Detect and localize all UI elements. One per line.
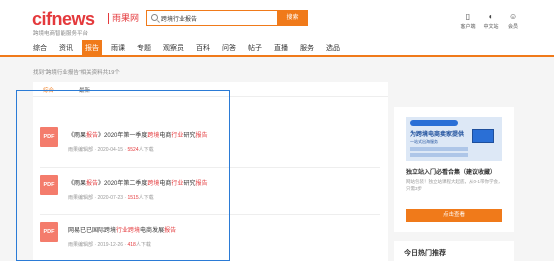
hot-recommend-title: 今日热门推荐 [404, 250, 446, 257]
logo-cn[interactable]: 雨果网 [108, 13, 139, 24]
tool-language[interactable]: ◐ 中文站 [479, 12, 503, 30]
promo-subtitle: 一站式出海服务 [410, 139, 438, 144]
nav-item[interactable]: 服务 [300, 43, 314, 53]
nav-item[interactable]: 问答 [222, 43, 236, 53]
hot-recommend-card: 今日热门推荐 [394, 241, 514, 261]
nav-item[interactable]: 雨课 [111, 43, 125, 53]
nav-item[interactable]: 资讯 [59, 43, 73, 53]
nav-item[interactable]: 帖子 [248, 43, 262, 53]
result-summary: 找到“跨境行业报告”相关资料共19个 [33, 70, 120, 76]
promo-card-desc: 网站包装！独立站课程大起底，从0-1带你学会，只需3步 [406, 179, 503, 191]
promo-title: 为跨境电商卖家提供 [410, 132, 465, 138]
nav-item[interactable]: 综合 [33, 43, 47, 53]
tool-client[interactable]: ▯ 客户端 [456, 12, 480, 30]
selection-highlight [16, 90, 230, 261]
tool-label: 中文站 [483, 24, 499, 30]
tool-label: 会员 [507, 24, 518, 30]
promo-badge [410, 120, 458, 126]
site-header: cifnews 雨果网 跨境电商智能服务平台 跨境行业报告 搜索 ▯ 客户端 ◐… [0, 0, 554, 40]
phone-icon: ▯ [465, 12, 471, 21]
promo-card-title[interactable]: 独立站入门必看合集（建议收藏） [406, 167, 496, 176]
nav-item[interactable]: 观察员 [163, 43, 184, 53]
search-input[interactable]: 跨境行业报告 [161, 14, 197, 23]
nav-item[interactable]: 专题 [137, 43, 151, 53]
tool-label: 客户端 [460, 24, 476, 30]
screen-icon [472, 129, 494, 143]
promo-row [410, 147, 468, 151]
tagline: 跨境电商智能服务平台 [33, 31, 89, 37]
nav-item[interactable]: 选品 [326, 43, 340, 53]
main-nav: 综合 资讯 报告 雨课 专题 观察员 百科 问答 帖子 直播 服务 选品 [0, 40, 554, 57]
language-icon: ◐ [488, 12, 494, 21]
search-icon [151, 14, 158, 21]
promo-card: 为跨境电商卖家提供 一站式出海服务 独立站入门必看合集（建议收藏） 网站包装！独… [394, 107, 514, 232]
nav-item-active[interactable]: 报告 [82, 40, 102, 57]
nav-item[interactable]: 直播 [274, 43, 288, 53]
search-button[interactable]: 搜索 [277, 10, 308, 26]
view-button[interactable]: 点击查看 [406, 209, 502, 222]
user-icon: ☺ [509, 12, 518, 21]
promo-row [410, 153, 468, 157]
nav-item[interactable]: 百科 [196, 43, 210, 53]
tool-member[interactable]: ☺ 会员 [501, 12, 525, 30]
logo[interactable]: cifnews [32, 9, 95, 30]
promo-banner[interactable]: 为跨境电商卖家提供 一站式出海服务 [406, 117, 502, 161]
